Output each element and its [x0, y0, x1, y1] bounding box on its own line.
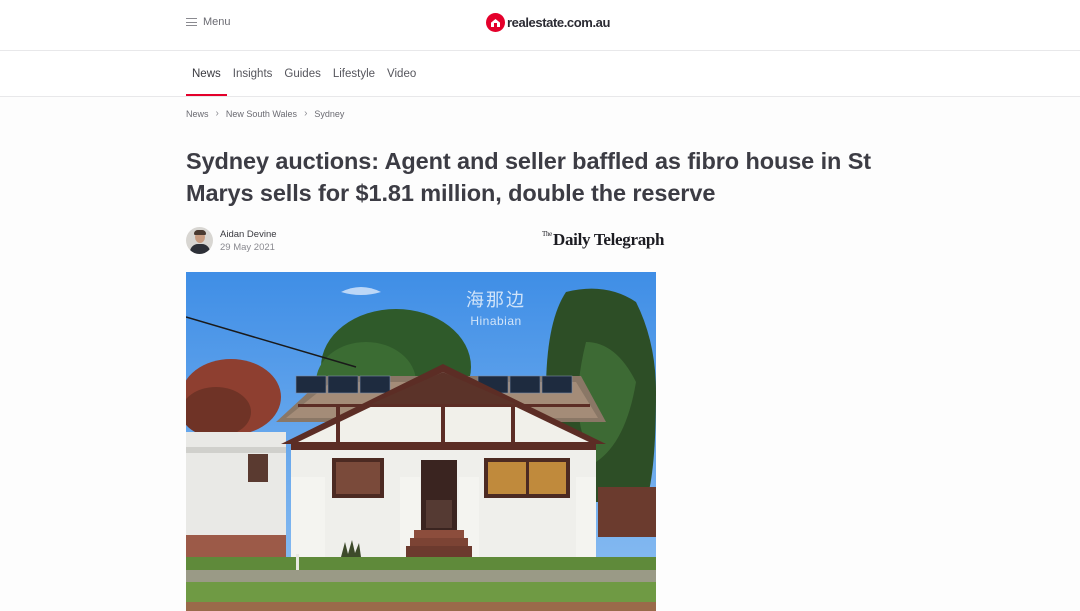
logo-text: realestate.com.au [507, 15, 611, 30]
nav-tab-news[interactable]: News [186, 51, 227, 96]
menu-button[interactable]: Menu [186, 16, 231, 28]
nav-tab-insights[interactable]: Insights [227, 51, 279, 96]
realestate-logo-icon [486, 13, 505, 32]
author-name[interactable]: Aidan Devine [220, 229, 277, 240]
author-avatar[interactable] [186, 227, 213, 254]
nav-tab-lifestyle[interactable]: Lifestyle [327, 51, 381, 96]
masthead-name: Daily Telegraph [552, 230, 665, 249]
masthead-the: The [542, 230, 552, 238]
breadcrumb: News › New South Wales › Sydney [186, 108, 344, 119]
house-photo [186, 272, 656, 611]
chevron-right-icon: › [304, 108, 308, 119]
publish-date: 29 May 2021 [220, 241, 275, 253]
source-masthead: TheDaily Telegraph [542, 230, 665, 250]
breadcrumb-sydney[interactable]: Sydney [314, 109, 344, 119]
chevron-right-icon: › [215, 108, 219, 119]
breadcrumb-nsw[interactable]: New South Wales [226, 109, 297, 119]
menu-label: Menu [203, 16, 231, 28]
nav-tab-video[interactable]: Video [381, 51, 422, 96]
watermark-english: Hinabian [470, 314, 522, 328]
menu-icon [186, 18, 197, 26]
article-title: Sydney auctions: Agent and seller baffle… [186, 148, 871, 206]
article-hero-image [186, 272, 656, 611]
watermark: 海那边 Hinabian [466, 286, 526, 328]
nav-tab-guides[interactable]: Guides [278, 51, 326, 96]
breadcrumb-news[interactable]: News [186, 109, 209, 119]
author-byline: Aidan Devine 29 May 2021 [186, 227, 277, 254]
section-nav: News Insights Guides Lifestyle Video [0, 51, 1080, 97]
watermark-chinese: 海那边 [466, 290, 526, 311]
top-bar: Menu realestate.com.au [0, 0, 1080, 51]
site-logo[interactable]: realestate.com.au [486, 13, 610, 32]
